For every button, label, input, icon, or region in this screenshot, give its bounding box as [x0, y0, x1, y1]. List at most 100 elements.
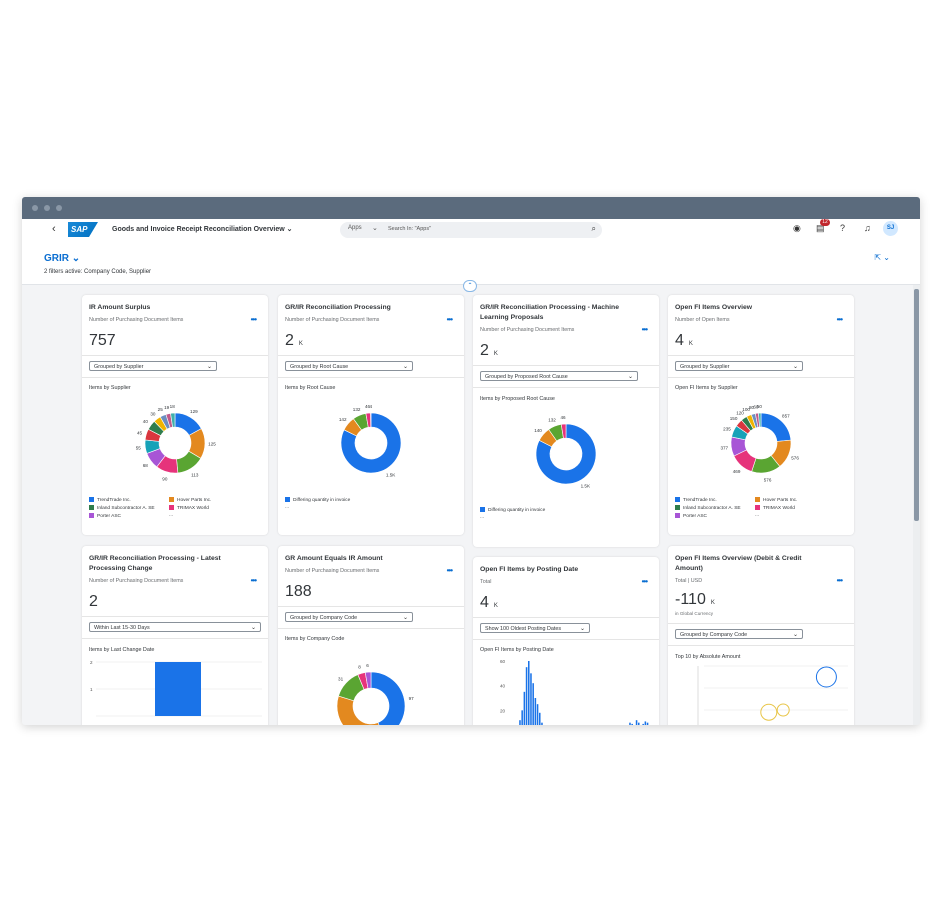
legend-item[interactable]: TRIMAX World	[755, 505, 795, 511]
card-open-fi-items-by-posting-date[interactable]: Open FI Items by Posting Date Total ••• …	[473, 557, 659, 725]
legend-item[interactable]: Inland Subcontractor A. SE	[89, 505, 155, 511]
data-label: 40	[143, 419, 149, 424]
card-ir-amount-surplus[interactable]: IR Amount Surplus Number of Purchasing D…	[82, 295, 268, 535]
group-select[interactable]: Show 100 Oldest Posting Dates ⌄	[480, 623, 590, 633]
legend-item[interactable]: Inland Subcontractor A. SE	[675, 505, 741, 511]
chevron-down-icon[interactable]: ⌄	[372, 224, 378, 232]
legend-item[interactable]: TRIMAX World	[169, 505, 209, 511]
card-title[interactable]: GR/IR Reconciliation Processing - Machin…	[480, 303, 635, 323]
more-icon[interactable]: •••	[447, 566, 453, 575]
tick-label: 20	[500, 708, 506, 713]
donut-chart[interactable]: 1.5K14213246 4	[278, 395, 464, 495]
legend-item[interactable]: Hover Parts Inc.	[755, 497, 797, 503]
kpi-value: 2	[89, 593, 98, 610]
card-open-fi-items-debit-credit[interactable]: Open FI Items Overview (Debit & Credit A…	[668, 546, 854, 725]
legend-item[interactable]: ...	[755, 513, 759, 518]
group-select[interactable]: Grouped by Supplier ⌄	[89, 361, 217, 371]
search-input[interactable]: Search In: "Apps"	[388, 226, 431, 232]
chevron-down-icon: ⌄	[792, 632, 798, 638]
more-icon[interactable]: •••	[642, 325, 648, 334]
group-select[interactable]: Grouped by Proposed Root Cause ⌄	[480, 371, 638, 381]
tick-label: 40	[500, 684, 506, 689]
card-title[interactable]: GR/IR Reconciliation Processing	[285, 303, 440, 313]
legend-item[interactable]: Differing quantity in invoice	[285, 497, 350, 503]
donut-chart[interactable]: 857576576469377235150120100 80 6050	[668, 395, 854, 495]
avatar[interactable]: SJ	[883, 221, 898, 236]
share-icon[interactable]: ⇱ ⌄	[874, 253, 890, 262]
card-title[interactable]: Open FI Items by Posting Date	[480, 565, 635, 575]
divider	[82, 638, 268, 639]
legend-label: Inland Subcontractor A. SE	[97, 505, 155, 511]
legend-item[interactable]: TrendTrade Inc.	[89, 497, 131, 503]
card-title[interactable]: GR/IR Reconciliation Processing - Latest…	[89, 554, 244, 574]
bar	[646, 722, 649, 725]
bar-chart[interactable]: 20 40 60	[473, 655, 659, 725]
card-grir-reconciliation-processing[interactable]: GR/IR Reconciliation Processing Number o…	[278, 295, 464, 535]
group-select[interactable]: Grouped by Company Code ⌄	[285, 612, 413, 622]
sap-logo[interactable]: SAP	[68, 222, 98, 237]
search-icon[interactable]: ⌕	[592, 224, 596, 234]
window-zoom-dot[interactable]	[56, 205, 62, 211]
legend-item[interactable]: Hover Parts Inc.	[169, 497, 211, 503]
legend-item[interactable]: Porter ASC	[675, 513, 707, 519]
group-select[interactable]: Grouped by Supplier ⌄	[675, 361, 803, 371]
card-latest-processing-change[interactable]: GR/IR Reconciliation Processing - Latest…	[82, 546, 268, 725]
more-icon[interactable]: •••	[251, 315, 257, 324]
divider	[473, 639, 659, 640]
donut-chart[interactable]: 12912511390685545403025 19 18	[82, 395, 268, 495]
card-title[interactable]: Open FI Items Overview (Debit & Credit A…	[675, 554, 830, 574]
legend-item[interactable]: ...	[285, 505, 289, 510]
card-ml-proposals[interactable]: GR/IR Reconciliation Processing - Machin…	[473, 295, 659, 547]
chevron-down-icon: ⌄	[792, 364, 798, 370]
app-title-menu[interactable]: Goods and Invoice Receipt Reconciliation…	[112, 225, 293, 233]
more-icon[interactable]: •••	[447, 315, 453, 324]
legend-label: TRIMAX World	[763, 505, 795, 511]
data-label: 129	[190, 409, 198, 414]
bar	[525, 667, 528, 725]
data-label: 68	[143, 463, 149, 468]
search-field[interactable]: Apps ⌄ Search In: "Apps" ⌕	[340, 222, 602, 238]
card-open-fi-items-overview[interactable]: Open FI Items Overview Number of Open It…	[668, 295, 854, 535]
more-icon[interactable]: •••	[837, 315, 843, 324]
donut-chart[interactable]: 1.5K 140 132 46	[473, 406, 659, 506]
card-gr-amount-equals-ir-amount[interactable]: GR Amount Equals IR Amount Number of Pur…	[278, 546, 464, 725]
more-icon[interactable]: •••	[837, 576, 843, 585]
collapse-header-icon[interactable]: ⌃	[463, 280, 477, 292]
group-select[interactable]: Grouped by Company Code ⌄	[675, 629, 803, 639]
window-minimize-dot[interactable]	[44, 205, 50, 211]
card-subtitle: Number of Purchasing Document Items	[89, 578, 184, 584]
legend-swatch	[755, 505, 760, 510]
scrollbar-thumb[interactable]	[914, 289, 919, 521]
back-icon[interactable]: ‹	[52, 223, 56, 235]
card-title[interactable]: GR Amount Equals IR Amount	[285, 554, 440, 564]
chart-title: Open FI Items by Supplier	[675, 385, 738, 391]
group-select[interactable]: Grouped by Root Cause ⌄	[285, 361, 413, 371]
bell-icon[interactable]: ♫	[864, 223, 871, 233]
more-icon[interactable]: •••	[251, 576, 257, 585]
legend-label: ...	[169, 513, 173, 518]
help-icon[interactable]: ?	[840, 223, 845, 233]
legend-item[interactable]: Porter ASC	[89, 513, 121, 519]
legend-swatch	[480, 507, 485, 512]
group-select[interactable]: Within Last 15-30 Days ⌄	[89, 622, 261, 632]
card-title[interactable]: Open FI Items Overview	[675, 303, 830, 313]
select-value: Grouped by Root Cause	[290, 364, 349, 370]
donut-chart[interactable]: 9780318 6	[278, 646, 464, 725]
legend-item[interactable]: Differing quantity in invoice	[480, 507, 545, 513]
window-close-dot[interactable]	[32, 205, 38, 211]
bubble	[760, 703, 778, 721]
legend-item[interactable]: ...	[480, 515, 484, 520]
kpi-scale: K	[298, 341, 303, 347]
more-icon[interactable]: •••	[642, 577, 648, 586]
card-title[interactable]: IR Amount Surplus	[89, 303, 244, 313]
bubble-chart[interactable]	[668, 662, 854, 725]
kpi-scale: K	[493, 603, 498, 609]
search-scope[interactable]: Apps	[348, 225, 362, 231]
variant-title[interactable]: GRIR ⌄	[44, 253, 80, 264]
help-bot-icon[interactable]: ◉	[793, 223, 801, 234]
select-value: Grouped by Supplier	[680, 364, 730, 370]
legend-item[interactable]: ...	[169, 513, 173, 518]
bar-chart[interactable]: 12	[82, 656, 268, 725]
kpi-number: 2	[285, 332, 294, 349]
legend-item[interactable]: TrendTrade Inc.	[675, 497, 717, 503]
